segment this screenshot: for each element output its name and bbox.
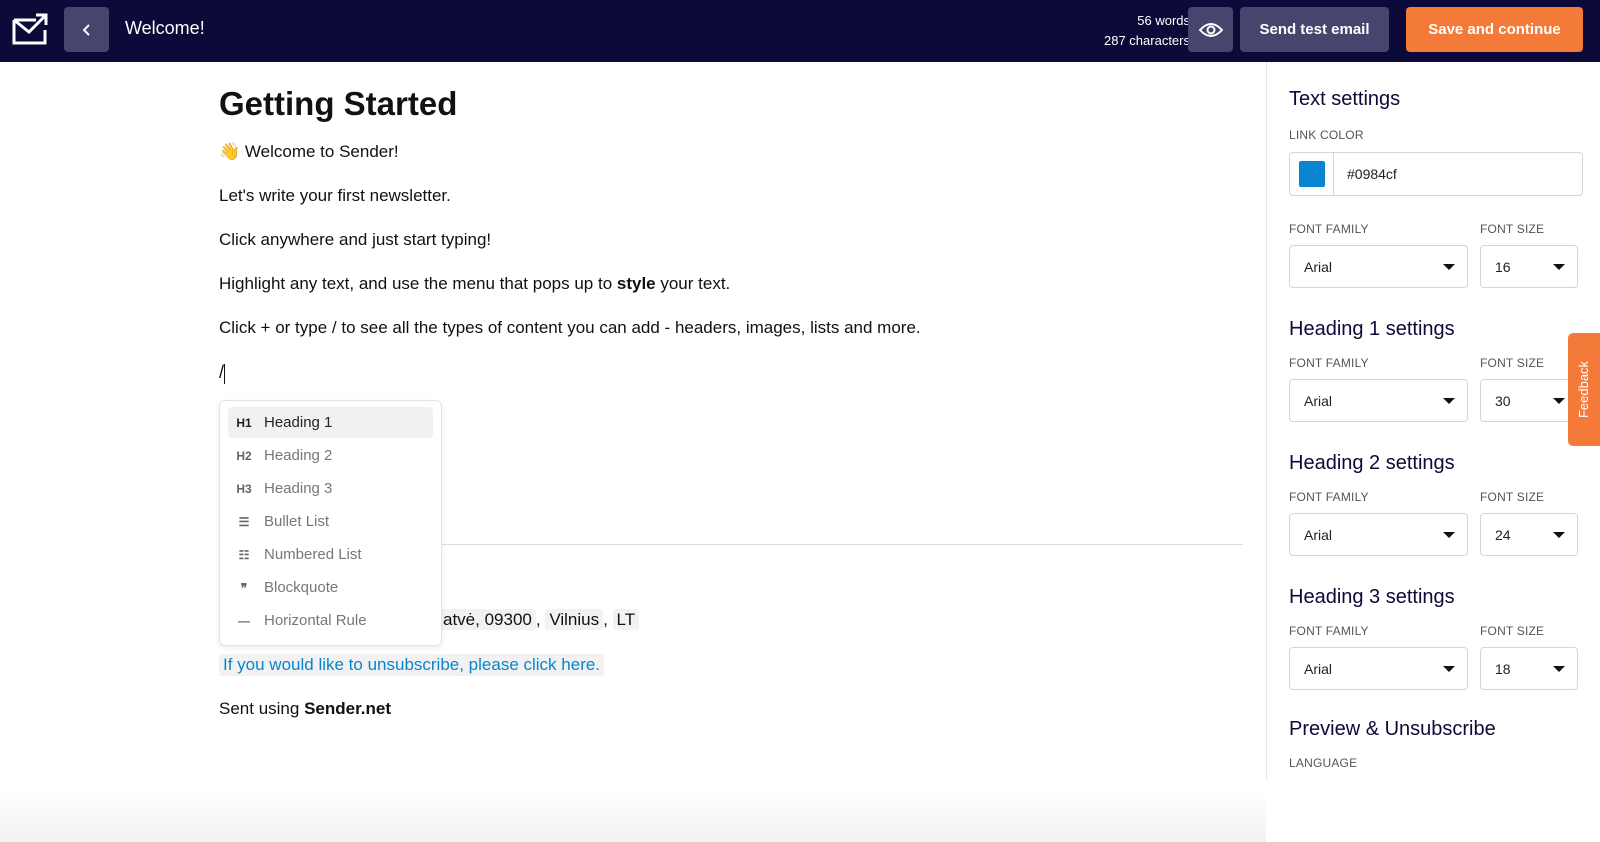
email-editor[interactable]: Getting Started 👋 Welcome to Sender! Let… [0, 62, 1266, 842]
slash-command-menu: H1 Heading 1 H2 Heading 2 H3 Heading 3 ☰… [219, 400, 442, 646]
preview-unsubscribe-title: Preview & Unsubscribe [1289, 718, 1496, 740]
h1-font-family-label: FONT FAMILY [1289, 356, 1369, 370]
text-font-family-label: FONT FAMILY [1289, 222, 1369, 236]
h3-font-family-select[interactable]: Arial [1289, 647, 1468, 690]
heading-1-icon: H1 [236, 415, 252, 430]
mail-logo-icon[interactable] [12, 12, 48, 46]
text-font-size-select[interactable]: 16 [1480, 245, 1578, 288]
caret-down-icon [1553, 665, 1565, 672]
heading-2-icon: H2 [236, 448, 252, 463]
slash-command-line[interactable]: / [219, 362, 1243, 384]
email-content[interactable]: Getting Started 👋 Welcome to Sender! Let… [219, 82, 1243, 408]
heading-3-settings-title: Heading 3 settings [1289, 586, 1455, 608]
h1-font-size-select[interactable]: 30 [1480, 379, 1578, 422]
caret-down-icon [1553, 531, 1565, 538]
blockquote-icon: ❞ [240, 580, 248, 595]
link-color-input[interactable] [1334, 153, 1574, 195]
feedback-tab[interactable]: Feedback [1568, 333, 1600, 446]
word-count: 56 words [1137, 13, 1190, 28]
document-heading[interactable]: Getting Started [219, 82, 1243, 126]
preview-button[interactable] [1188, 7, 1233, 52]
menu-item-horizontal-rule[interactable]: — Horizontal Rule [228, 605, 433, 636]
character-count: 287 characters [1104, 33, 1190, 48]
link-color-label: LINK COLOR [1289, 128, 1364, 142]
sent-using-line: Sent using Sender.net [219, 699, 391, 718]
country-field[interactable]: LT [612, 609, 640, 630]
eye-icon [1198, 22, 1223, 37]
menu-item-numbered-list[interactable]: ☷ Numbered List [228, 539, 433, 570]
heading-1-settings-title: Heading 1 settings [1289, 318, 1455, 340]
paragraph-1[interactable]: Let's write your first newsletter. [219, 186, 1243, 206]
h2-font-family-label: FONT FAMILY [1289, 490, 1369, 504]
h2-font-size-label: FONT SIZE [1480, 490, 1545, 504]
menu-item-heading-1[interactable]: H1 Heading 1 [228, 407, 433, 438]
h2-font-size-select[interactable]: 24 [1480, 513, 1578, 556]
campaign-title: Welcome! [125, 18, 205, 38]
top-bar: Welcome! 56 words 287 characters Send te… [0, 0, 1600, 62]
unsubscribe-link[interactable]: If you would like to unsubscribe, please… [219, 654, 605, 676]
send-test-email-button[interactable]: Send test email [1240, 7, 1389, 52]
back-button[interactable] [64, 7, 109, 52]
link-color-picker[interactable] [1290, 153, 1334, 195]
text-caret [224, 363, 226, 384]
caret-down-icon [1443, 531, 1455, 538]
numbered-list-icon: ☷ [238, 547, 250, 562]
city-field[interactable]: Vilnius [545, 609, 604, 630]
h1-font-family-select[interactable]: Arial [1289, 379, 1468, 422]
bottom-shadow [0, 792, 1266, 842]
paragraph-2[interactable]: Click anywhere and just start typing! [219, 230, 1243, 250]
wave-icon: 👋 [219, 142, 241, 161]
settings-panel: Text settings LINK COLOR FONT FAMILY FON… [1266, 62, 1600, 780]
caret-down-icon [1553, 263, 1565, 270]
menu-item-heading-3[interactable]: H3 Heading 3 [228, 473, 433, 504]
paragraph-3[interactable]: Highlight any text, and use the menu tha… [219, 274, 1243, 294]
h3-font-family-label: FONT FAMILY [1289, 624, 1369, 638]
address-field[interactable]: atvė, 09300 [439, 609, 536, 630]
h3-font-size-select[interactable]: 18 [1480, 647, 1578, 690]
language-label: LANGUAGE [1289, 756, 1358, 770]
text-settings-title: Text settings [1289, 88, 1401, 110]
menu-item-bullet-list[interactable]: ☰ Bullet List [228, 506, 433, 537]
bullet-list-icon: ☰ [238, 514, 250, 529]
text-font-size-label: FONT SIZE [1480, 222, 1545, 236]
save-and-continue-button[interactable]: Save and continue [1406, 7, 1583, 52]
color-swatch [1298, 161, 1325, 187]
paragraph-4[interactable]: Click + or type / to see all the types o… [219, 318, 1243, 338]
heading-3-icon: H3 [236, 481, 252, 496]
caret-down-icon [1443, 397, 1455, 404]
horizontal-rule-icon: — [238, 613, 250, 628]
heading-2-settings-title: Heading 2 settings [1289, 452, 1455, 474]
h1-font-size-label: FONT SIZE [1480, 356, 1545, 370]
caret-down-icon [1553, 397, 1565, 404]
menu-item-heading-2[interactable]: H2 Heading 2 [228, 440, 433, 471]
caret-down-icon [1443, 263, 1455, 270]
h2-font-family-select[interactable]: Arial [1289, 513, 1468, 556]
link-color-field[interactable] [1289, 152, 1583, 196]
sender-brand: Sender.net [304, 699, 391, 718]
text-font-family-select[interactable]: Arial [1289, 245, 1468, 288]
welcome-paragraph[interactable]: 👋 Welcome to Sender! [219, 142, 1243, 162]
chevron-left-icon [82, 23, 90, 36]
h3-font-size-label: FONT SIZE [1480, 624, 1545, 638]
caret-down-icon [1443, 665, 1455, 672]
menu-item-blockquote[interactable]: ❞ Blockquote [228, 572, 433, 603]
text-stats: 56 words 287 characters [1104, 11, 1190, 51]
